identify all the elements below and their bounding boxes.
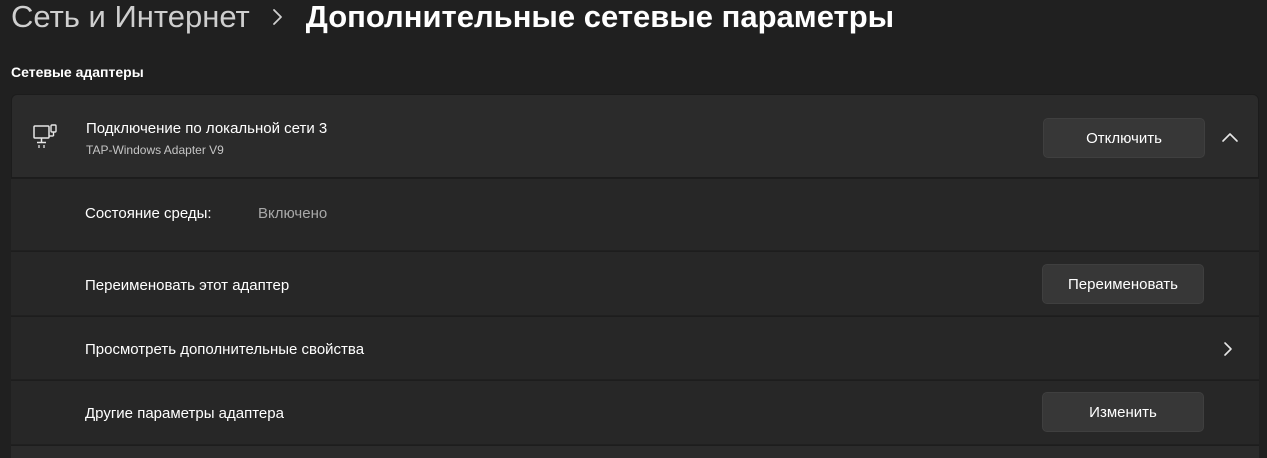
media-status-value: Включено xyxy=(258,205,328,222)
view-properties-row[interactable]: Просмотреть дополнительные свойства xyxy=(11,316,1259,379)
adapter-header[interactable]: Подключение по локальной сети 3 TAP-Wind… xyxy=(11,94,1259,178)
media-status-row: Состояние среды: Включено xyxy=(11,178,1259,250)
view-properties-label: Просмотреть дополнительные свойства xyxy=(85,341,365,358)
chevron-up-icon[interactable] xyxy=(1220,129,1240,145)
page-title: Дополнительные сетевые параметры xyxy=(305,0,895,34)
change-button[interactable]: Изменить xyxy=(1042,392,1204,432)
rename-button[interactable]: Переименовать xyxy=(1042,264,1204,304)
chevron-right-icon xyxy=(272,5,284,29)
breadcrumb-parent-link[interactable]: Сеть и Интернет xyxy=(11,0,250,35)
rename-adapter-row: Переименовать этот адаптер Переименовать xyxy=(11,251,1259,315)
next-card-edge xyxy=(11,445,1259,458)
network-adapter-icon xyxy=(32,123,58,149)
section-title: Сетевые адаптеры xyxy=(11,64,144,80)
other-adapter-options-label: Другие параметры адаптера xyxy=(85,405,284,422)
settings-page: Сеть и Интернет Дополнительные сетевые п… xyxy=(0,0,1267,458)
adapter-name: Подключение по локальной сети 3 xyxy=(86,120,328,137)
chevron-right-icon xyxy=(1222,341,1234,357)
rename-adapter-label: Переименовать этот адаптер xyxy=(85,277,290,294)
adapter-card: Подключение по локальной сети 3 TAP-Wind… xyxy=(11,94,1259,458)
breadcrumb: Сеть и Интернет Дополнительные сетевые п… xyxy=(11,0,894,42)
adapter-description: TAP-Windows Adapter V9 xyxy=(86,143,224,157)
other-adapter-options-row: Другие параметры адаптера Изменить xyxy=(11,380,1259,444)
media-status-label: Состояние среды: xyxy=(85,205,212,222)
disable-button[interactable]: Отключить xyxy=(1043,118,1205,158)
